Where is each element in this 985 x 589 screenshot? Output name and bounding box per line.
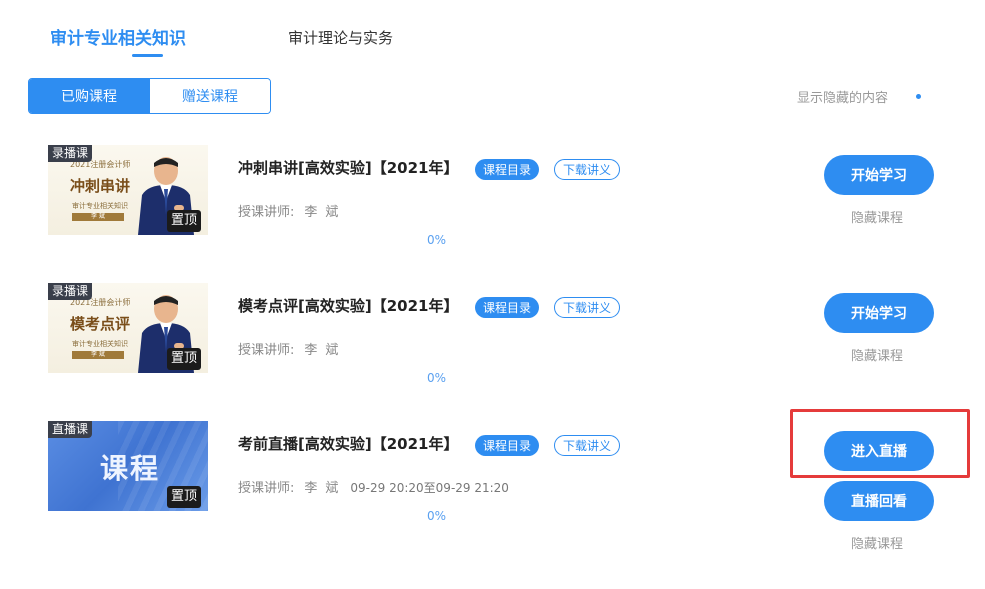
pin-to-top-button[interactable]: 置顶 [166, 210, 201, 232]
tab-audit-knowledge[interactable]: 审计专业相关知识 [50, 24, 186, 49]
download-notes-button[interactable]: 下载讲义 [554, 297, 620, 318]
pin-to-top-button[interactable]: 置顶 [166, 348, 201, 370]
thumbnail-title: 冲刺串讲 [70, 177, 131, 195]
teacher-info: 授课讲师: 李斌 09-29 20:20至09-29 21:20 [238, 477, 509, 496]
course-thumbnail[interactable]: 2021注册会计师 模考点评 审计专业相关知识 李 斌 录播课 置顶 [48, 283, 208, 373]
thumbnail-subtitle: 审计专业相关知识 [72, 202, 128, 210]
course-item: 2021注册会计师 冲刺串讲 审计专业相关知识 李 斌 录播课 置顶 冲刺串讲[… [0, 145, 985, 265]
purchased-courses-button[interactable]: 已购课程 [29, 79, 149, 113]
teacher-info: 授课讲师: 李斌 [238, 339, 346, 358]
show-hidden-content-link[interactable]: 显示隐藏的内容 [797, 87, 888, 106]
course-thumbnail[interactable]: 课程 直播课 置顶 [48, 421, 208, 511]
live-course-badge: 直播课 [48, 421, 93, 438]
course-thumbnail[interactable]: 2021注册会计师 冲刺串讲 审计专业相关知识 李 斌 录播课 置顶 [48, 145, 208, 235]
active-tab-indicator [132, 54, 163, 57]
hide-course-link[interactable]: 隐藏课程 [851, 345, 903, 364]
thumbnail-name-bar: 李 斌 [72, 351, 124, 359]
pin-to-top-button[interactable]: 置顶 [166, 486, 201, 508]
teacher-name: 李斌 [304, 343, 347, 358]
teacher-name: 李斌 [304, 481, 347, 496]
start-learning-button[interactable]: 开始学习 [824, 155, 934, 195]
hide-course-link[interactable]: 隐藏课程 [851, 533, 903, 552]
teacher-label: 授课讲师: [238, 343, 295, 358]
live-replay-button[interactable]: 直播回看 [824, 481, 934, 521]
hide-course-link[interactable]: 隐藏课程 [851, 207, 903, 226]
course-title[interactable]: 模考点评[高效实验]【2021年】 [238, 295, 458, 316]
download-notes-button[interactable]: 下载讲义 [554, 159, 620, 180]
course-title[interactable]: 冲刺串讲[高效实验]【2021年】 [238, 157, 458, 178]
course-catalog-button[interactable]: 课程目录 [475, 297, 539, 318]
thumbnail-title: 模考点评 [70, 315, 131, 333]
recorded-course-badge: 录播课 [48, 145, 93, 162]
course-tabs: 审计专业相关知识 审计理论与实务 [0, 0, 985, 60]
course-item: 课程 直播课 置顶 考前直播[高效实验]【2021年】 课程目录 下载讲义 授课… [0, 421, 985, 561]
progress-percent: 0% [427, 509, 447, 523]
thumbnail-teacher-name: 李 斌 [91, 351, 105, 358]
course-item: 2021注册会计师 模考点评 审计专业相关知识 李 斌 录播课 置顶 模考点评[… [0, 283, 985, 403]
start-learning-button[interactable]: 开始学习 [824, 293, 934, 333]
thumbnail-subtitle: 审计专业相关知识 [72, 340, 128, 348]
thumbnail-title: 课程 [100, 452, 161, 485]
gifted-courses-button[interactable]: 赠送课程 [149, 79, 270, 113]
course-catalog-button[interactable]: 课程目录 [475, 435, 539, 456]
download-notes-button[interactable]: 下载讲义 [554, 435, 620, 456]
live-time: 09-29 20:20至09-29 21:20 [350, 481, 509, 495]
course-title[interactable]: 考前直播[高效实验]【2021年】 [238, 433, 458, 454]
enter-live-button[interactable]: 进入直播 [824, 431, 934, 471]
course-type-switch: 已购课程 赠送课程 [28, 78, 271, 114]
thumbnail-teacher-name: 李 斌 [91, 213, 105, 220]
course-catalog-button[interactable]: 课程目录 [475, 159, 539, 180]
progress-percent: 0% [427, 233, 447, 247]
tab-audit-theory[interactable]: 审计理论与实务 [288, 27, 393, 48]
teacher-label: 授课讲师: [238, 481, 295, 496]
thumbnail-name-bar: 李 斌 [72, 213, 124, 221]
teacher-info: 授课讲师: 李斌 [238, 201, 346, 220]
recorded-course-badge: 录播课 [48, 283, 93, 300]
toggle-dot-icon[interactable] [916, 94, 921, 99]
teacher-name: 李斌 [304, 205, 347, 220]
progress-percent: 0% [427, 371, 447, 385]
teacher-label: 授课讲师: [238, 205, 295, 220]
